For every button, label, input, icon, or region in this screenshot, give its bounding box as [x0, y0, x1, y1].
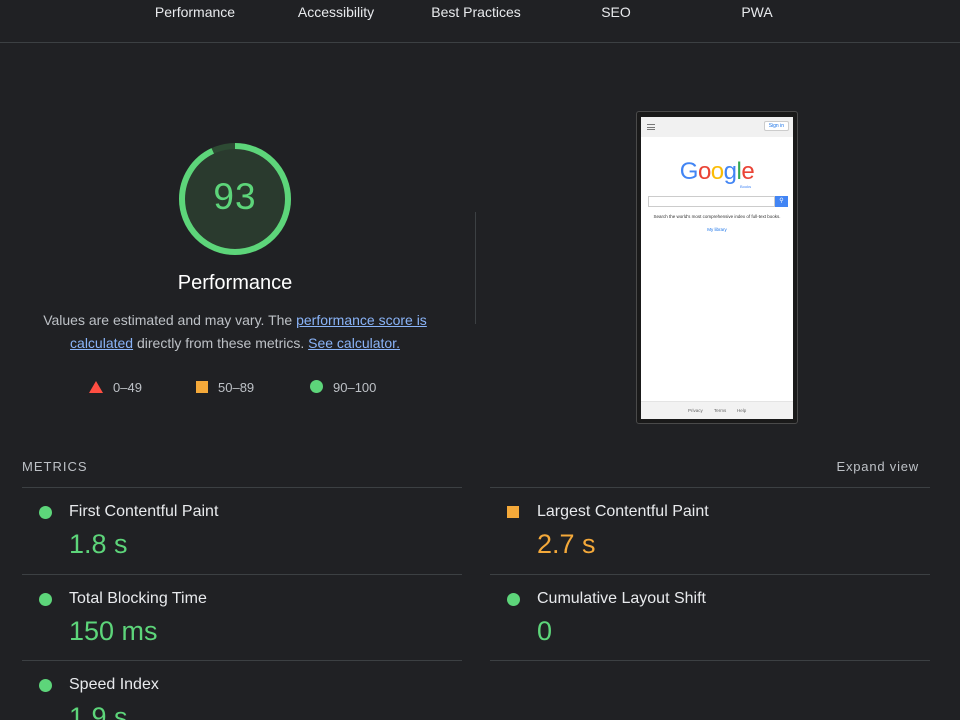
metric-label: Largest Contentful Paint — [537, 503, 709, 520]
logo-letter: e — [741, 158, 755, 185]
pass-circle-icon — [507, 593, 520, 606]
orange-square-icon — [196, 381, 208, 393]
tab-best-practices[interactable]: Best Practices — [431, 4, 520, 20]
google-logo: Google — [641, 158, 793, 186]
legend-fail: 0–49 — [89, 380, 142, 395]
my-library-link: My library — [707, 227, 727, 232]
tab-seo[interactable]: SEO — [601, 4, 631, 20]
divider — [475, 212, 476, 324]
metric-value: 1.8 s — [69, 529, 128, 559]
logo-letter: o — [710, 158, 724, 185]
footer-link: Privacy — [688, 408, 703, 413]
footer-link: Terms — [714, 408, 727, 413]
tab-accessibility[interactable]: Accessibility — [298, 4, 374, 20]
screenshot-search-box — [648, 196, 775, 207]
divider — [490, 660, 930, 661]
category-nav: Performance Accessibility Best Practices… — [0, 0, 960, 43]
average-square-icon — [507, 506, 519, 518]
lighthouse-report: Performance Accessibility Best Practices… — [0, 0, 960, 720]
metric-value: 2.7 s — [537, 529, 596, 559]
search-icon: ⚲ — [775, 196, 788, 207]
green-circle-icon — [310, 380, 323, 393]
see-calculator-link[interactable]: See calculator. — [308, 335, 400, 351]
pass-circle-icon — [39, 506, 52, 519]
metric-label: Total Blocking Time — [69, 590, 207, 607]
metric-first-contentful-paint: First Contentful Paint 1.8 s — [22, 488, 462, 574]
logo-letter: g — [723, 158, 737, 185]
screenshot-screen: Sign in Google Books ⚲ Search the world'… — [641, 117, 793, 419]
legend-label: 0–49 — [113, 380, 142, 395]
metric-value: 150 ms — [69, 616, 158, 646]
screenshot-tagline: Search the world's most comprehensive in… — [653, 214, 781, 219]
legend-label: 90–100 — [333, 380, 377, 395]
performance-score: 93 — [213, 176, 257, 217]
metric-label: First Contentful Paint — [69, 503, 219, 520]
legend-average: 50–89 — [196, 380, 254, 395]
metric-label: Cumulative Layout Shift — [537, 590, 706, 607]
legend-label: 50–89 — [218, 380, 255, 395]
tab-pwa[interactable]: PWA — [741, 4, 772, 20]
red-triangle-icon — [89, 381, 103, 393]
legend-pass: 90–100 — [310, 380, 376, 395]
tab-performance[interactable]: Performance — [155, 4, 235, 20]
logo-letter: G — [679, 158, 699, 185]
pass-circle-icon — [39, 593, 52, 606]
metric-largest-contentful-paint: Largest Contentful Paint 2.7 s — [490, 488, 930, 574]
description-text-2: directly from these metrics. — [133, 335, 309, 351]
metric-label: Speed Index — [69, 676, 159, 693]
expand-view-toggle[interactable]: Expand view — [836, 459, 919, 474]
description-text: Values are estimated and may vary. The — [43, 312, 297, 328]
books-sublabel: Books — [740, 184, 752, 189]
final-screenshot[interactable]: Sign in Google Books ⚲ Search the world'… — [636, 111, 798, 424]
footer-link: Help — [737, 408, 747, 413]
score-description: Values are estimated and may vary. The p… — [20, 309, 450, 355]
metric-cumulative-layout-shift: Cumulative Layout Shift 0 — [490, 575, 930, 661]
metric-value: 1.9 s — [69, 702, 128, 720]
logo-letter: o — [697, 158, 711, 185]
menu-icon — [647, 124, 655, 130]
sign-in-button: Sign in — [763, 121, 789, 131]
metric-total-blocking-time: Total Blocking Time 150 ms — [22, 575, 462, 661]
screenshot-header: Sign in — [641, 117, 793, 137]
metrics-heading: METRICS — [22, 459, 88, 474]
pass-circle-icon — [39, 679, 52, 692]
metric-speed-index: Speed Index 1.9 s — [22, 661, 462, 720]
screenshot-footer: Privacy Terms Help — [641, 401, 793, 419]
gauge-title: Performance — [177, 272, 293, 294]
metric-value: 0 — [537, 616, 553, 646]
